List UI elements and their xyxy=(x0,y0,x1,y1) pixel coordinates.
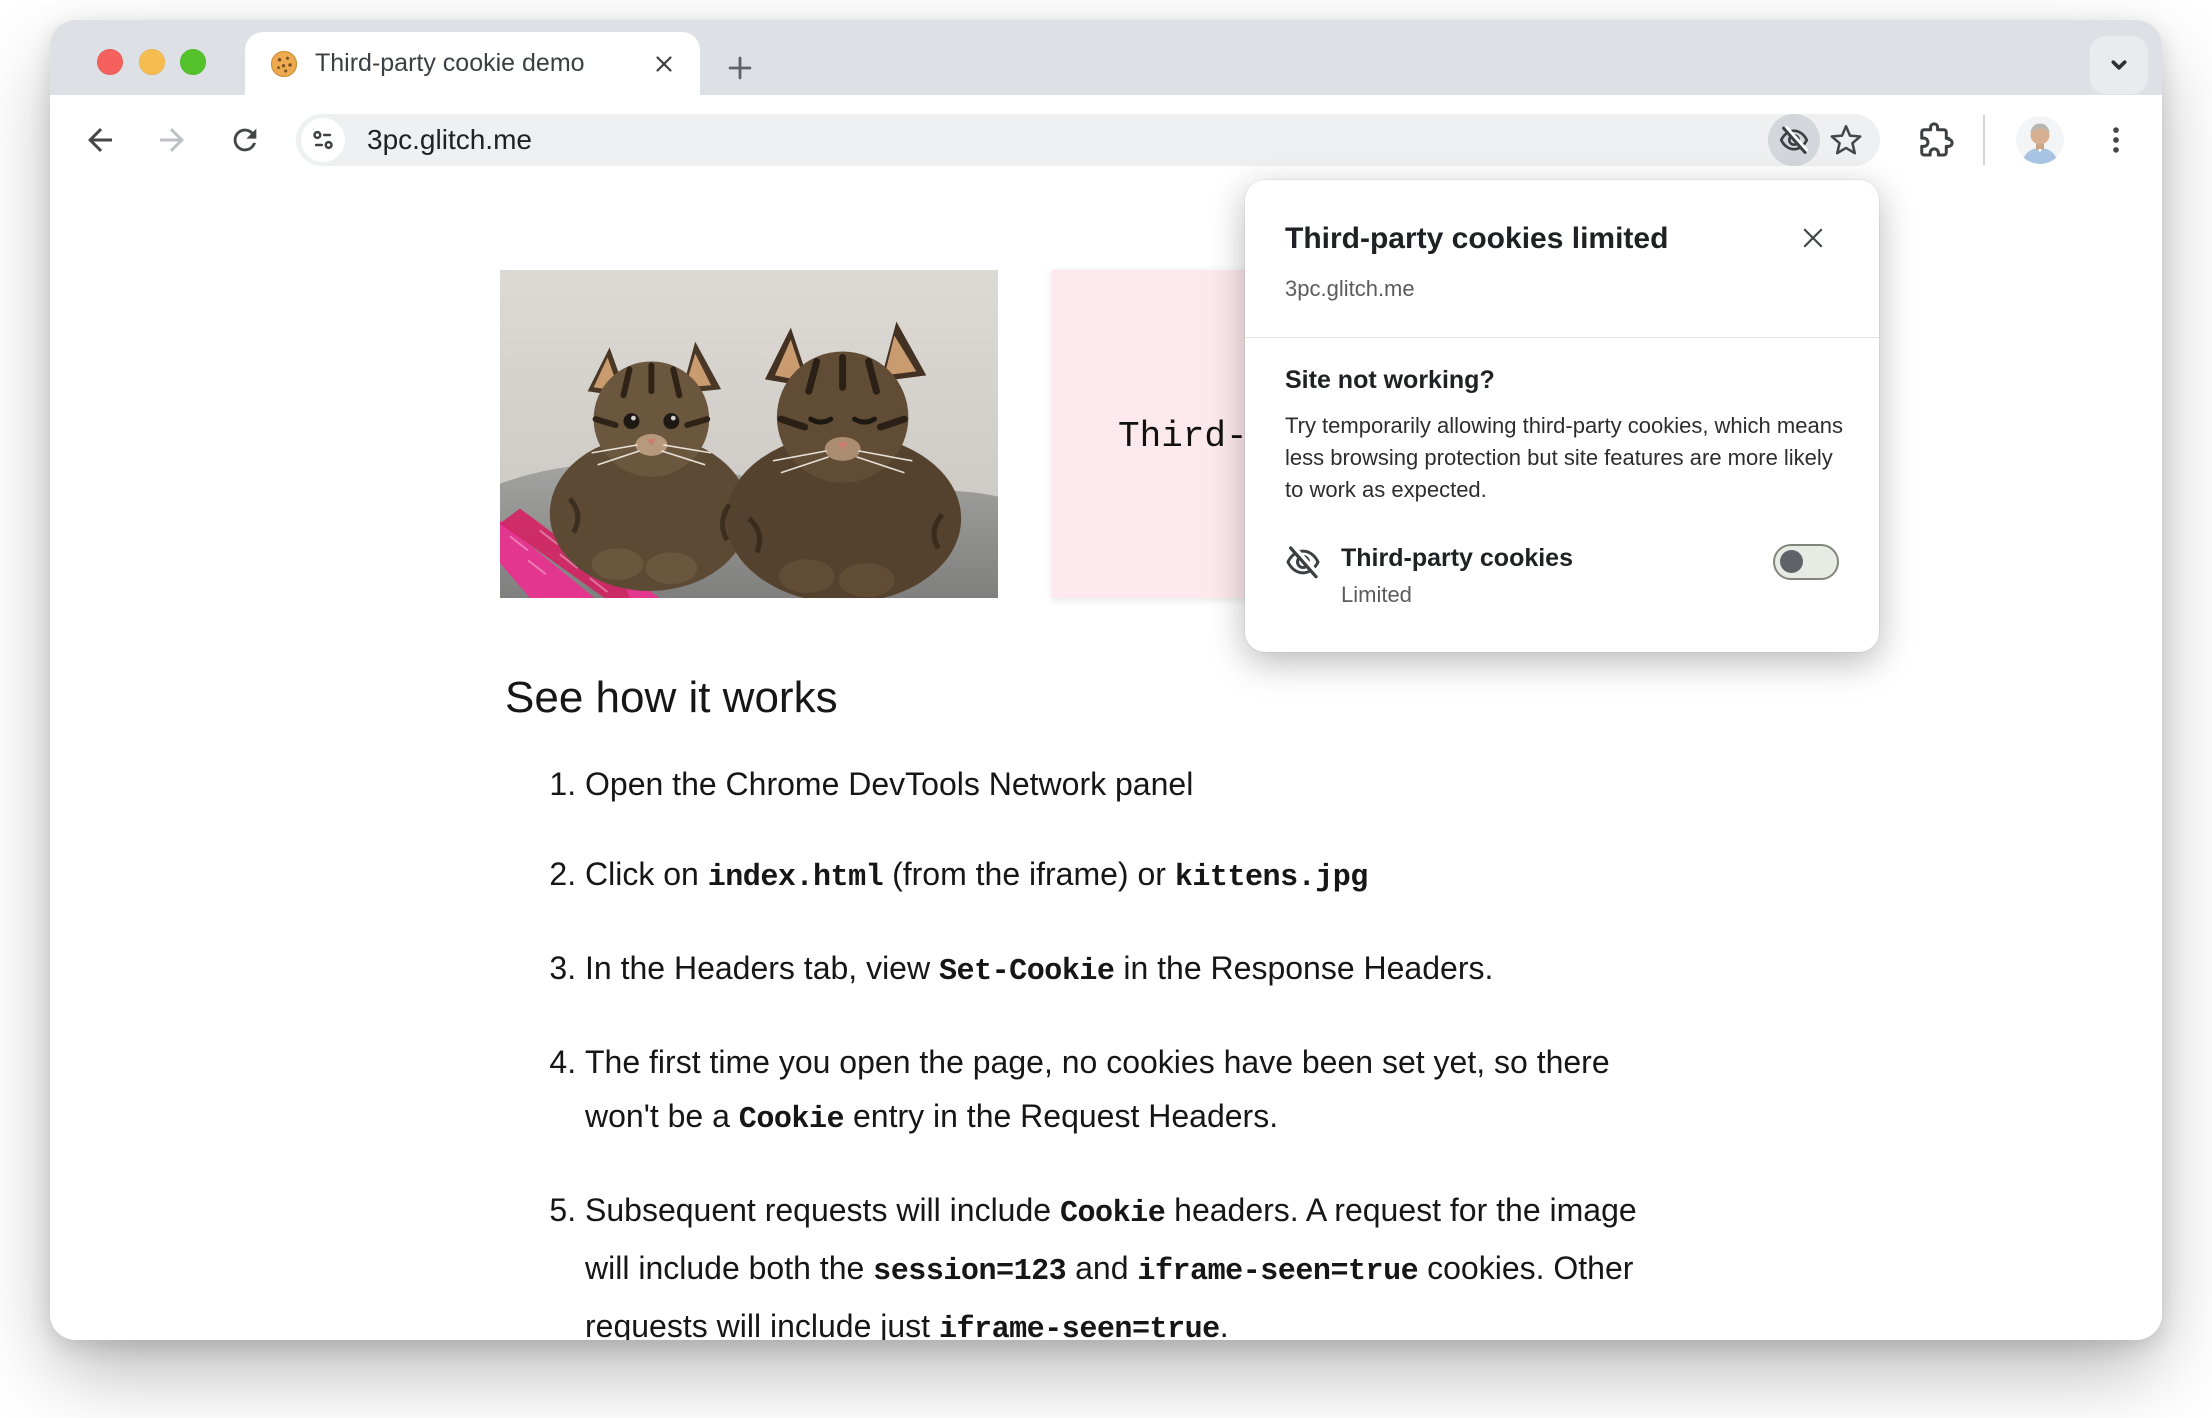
list-item: Open the Chrome DevTools Network panel xyxy=(585,757,1655,811)
iframe-text: Third- xyxy=(1118,416,1248,457)
cookies-status: Limited xyxy=(1341,582,1412,607)
profile-avatar[interactable] xyxy=(2016,116,2064,164)
eye-off-icon xyxy=(1779,125,1809,154)
toolbar-divider xyxy=(1983,115,1985,165)
popup-close-button[interactable] xyxy=(1791,216,1835,260)
chevron-down-icon xyxy=(2111,60,2127,70)
cookie-favicon-icon xyxy=(270,50,298,77)
kittens-image xyxy=(500,270,998,598)
reload-icon xyxy=(233,128,257,152)
browser-toolbar: 3pc.glitch.me xyxy=(50,95,2162,185)
window-zoom-button[interactable] xyxy=(180,49,206,75)
forward-arrow-icon xyxy=(160,128,184,152)
toggle-knob xyxy=(1780,550,1803,573)
extensions-button[interactable] xyxy=(1914,118,1958,162)
puzzle-icon xyxy=(1920,122,1954,157)
popup-divider xyxy=(1245,337,1879,338)
list-item: The first time you open the page, no coo… xyxy=(585,1035,1655,1147)
window-close-button[interactable] xyxy=(97,49,123,75)
tune-icon xyxy=(313,130,333,150)
popup-title: Third-party cookies limited xyxy=(1285,222,1669,255)
back-arrow-icon xyxy=(88,128,112,152)
tab-search-button[interactable] xyxy=(2090,36,2148,94)
page-heading: See how it works xyxy=(505,673,838,722)
third-party-cookies-toggle[interactable] xyxy=(1773,544,1839,580)
tab-title: Third-party cookie demo xyxy=(315,49,585,77)
list-item: Click on index.html (from the iframe) or… xyxy=(585,847,1655,905)
list-item: Subsequent requests will include Cookie … xyxy=(585,1183,1655,1340)
url-text: 3pc.glitch.me xyxy=(367,124,532,155)
popup-section-heading: Site not working? xyxy=(1285,366,1495,394)
cookies-popup: Third-party cookies limited 3pc.glitch.m… xyxy=(1245,180,1879,652)
address-bar[interactable]: 3pc.glitch.me xyxy=(296,114,1880,166)
eye-off-icon xyxy=(1286,545,1321,579)
browser-tab[interactable]: Third-party cookie demo xyxy=(245,32,700,95)
back-button[interactable] xyxy=(78,118,122,162)
popup-origin: 3pc.glitch.me xyxy=(1285,276,1415,301)
star-icon xyxy=(1830,124,1862,155)
kebab-menu-icon xyxy=(2113,127,2119,153)
third-party-cookies-label: Third-party cookies xyxy=(1341,544,1573,572)
bookmark-button[interactable] xyxy=(1820,114,1872,166)
third-party-cookies-button[interactable] xyxy=(1768,114,1820,166)
avatar-photo xyxy=(2016,116,2064,164)
tab-strip: Third-party cookie demo xyxy=(50,20,2162,95)
tab-close-icon[interactable] xyxy=(648,48,680,80)
site-settings-button[interactable] xyxy=(301,118,345,162)
forward-button[interactable] xyxy=(150,118,194,162)
window-minimize-button[interactable] xyxy=(139,49,165,75)
popup-description: Try temporarily allowing third-party coo… xyxy=(1285,413,1843,502)
new-tab-button[interactable] xyxy=(718,46,762,90)
close-icon xyxy=(1803,228,1823,248)
reload-button[interactable] xyxy=(223,118,267,162)
browser-menu-button[interactable] xyxy=(2094,118,2138,162)
list-item: In the Headers tab, view Set-Cookie in t… xyxy=(585,941,1655,999)
steps-list: Open the Chrome DevTools Network panel Cl… xyxy=(505,757,1655,1340)
browser-window: Third-party cookie demo 3pc.glitch.me Th… xyxy=(50,20,2162,1340)
